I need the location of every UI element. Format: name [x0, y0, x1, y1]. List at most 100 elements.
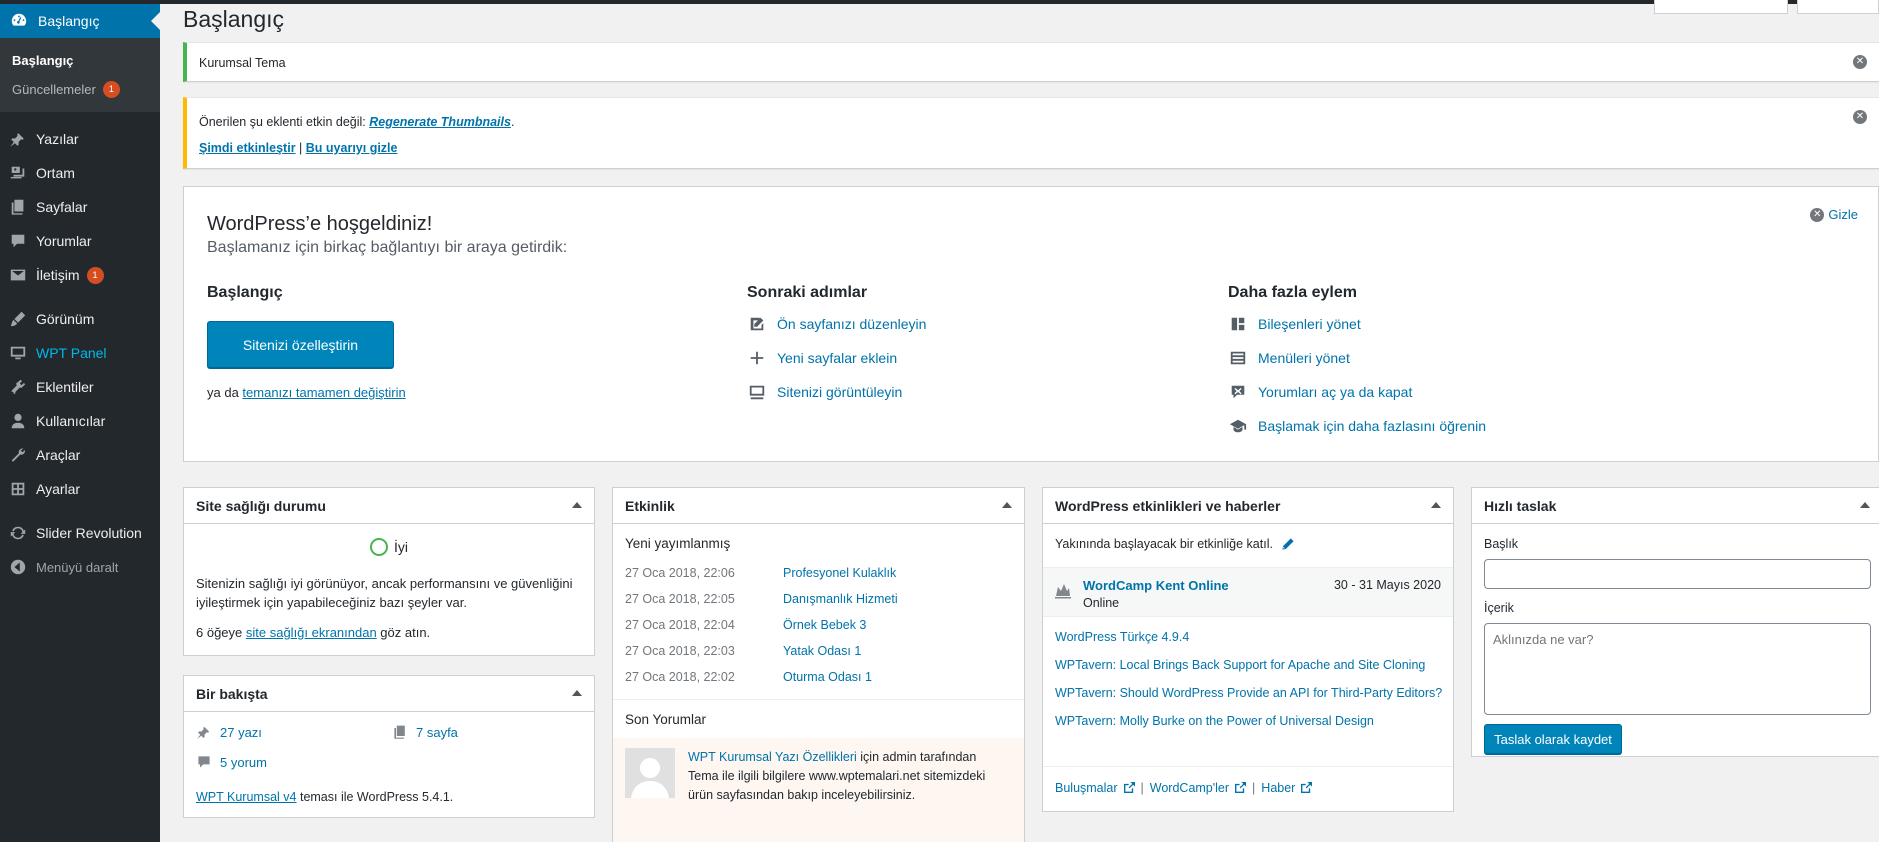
welcome-title: WordPress’e hoşgeldiniz! — [207, 213, 433, 235]
sidebar-item-label: Sayfalar — [36, 199, 88, 215]
manage-menus-link[interactable]: Menüleri yönet — [1228, 341, 1486, 375]
settings-icon — [8, 479, 28, 499]
edit-page-icon — [747, 314, 767, 334]
col-heading-more: Daha fazla eylem — [1228, 284, 1357, 301]
news-footer-link[interactable]: Haber — [1261, 781, 1313, 795]
view-site-icon — [747, 382, 767, 402]
collapse-icon — [8, 557, 28, 577]
quick-draft-widget: Hızlı taslak Başlık İçerik Taslak olarak… — [1471, 487, 1879, 757]
posts-count-link[interactable]: 27 yazı — [196, 724, 262, 740]
avatar — [625, 748, 675, 798]
sidebar-item-tools[interactable]: Araçlar — [0, 438, 160, 472]
sidebar-item-posts[interactable]: Yazılar — [0, 122, 160, 156]
sidebar-item-appearance[interactable]: Görünüm — [0, 302, 160, 336]
comment-text: WPT Kurumsal Yazı Özellikleri için admin… — [688, 748, 1013, 805]
news-link[interactable]: WPTavern: Should WordPress Provide an AP… — [1055, 684, 1445, 703]
dismiss-icon[interactable]: ✕ — [1853, 110, 1867, 124]
help-tab[interactable] — [1797, 0, 1879, 14]
customize-site-button[interactable]: Sitenizi özelleştirin — [207, 321, 394, 368]
edit-front-page-link[interactable]: Ön sayfanızı düzenleyin — [747, 307, 926, 341]
manage-widgets-link[interactable]: Bileşenleri yönet — [1228, 307, 1486, 341]
collapse-arrow-icon[interactable] — [572, 502, 582, 508]
save-draft-button[interactable]: Taslak olarak kaydet — [1484, 724, 1622, 754]
collapse-menu-button[interactable]: Menüyü daralt — [0, 550, 160, 584]
dismiss-icon[interactable]: ✕ — [1853, 55, 1867, 69]
comment-post-link[interactable]: WPT Kurumsal Yazı Özellikleri — [688, 750, 857, 764]
collapse-arrow-icon[interactable] — [572, 690, 582, 696]
news-link[interactable]: WPTavern: Local Brings Back Support for … — [1055, 656, 1445, 675]
collapse-arrow-icon[interactable] — [1860, 502, 1870, 508]
link-label: Yorumları aç ya da kapat — [1258, 384, 1413, 400]
widget-title: Hızlı taslak — [1484, 497, 1557, 514]
sidebar-item-pages[interactable]: Sayfalar — [0, 190, 160, 224]
col-heading-start: Başlangıç — [207, 284, 283, 301]
change-theme-link[interactable]: temanızı tamamen değiştirin — [242, 385, 405, 400]
hide-welcome-link[interactable]: ✕ Gizle — [1810, 207, 1858, 222]
site-health-widget: Site sağlığı durumu İyi Sitenizin sağlığ… — [183, 487, 595, 656]
add-pages-link[interactable]: Yeni sayfalar eklein — [747, 341, 926, 375]
collapse-arrow-icon[interactable] — [1431, 502, 1441, 508]
post-link[interactable]: Yatak Odası 1 — [783, 644, 861, 670]
widget-header[interactable]: Site sağlığı durumu — [184, 488, 594, 524]
sidebar-item-contact[interactable]: İletişim 1 — [0, 258, 160, 292]
view-site-link[interactable]: Sitenizi görüntüleyin — [747, 375, 926, 409]
sidebar-item-wpt-panel[interactable]: WPT Panel — [0, 336, 160, 370]
comment-item: WPT Kurumsal Yazı Özellikleri için admin… — [613, 738, 1024, 842]
draft-title-input[interactable] — [1484, 559, 1871, 589]
sidebar-item-plugins[interactable]: Eklentiler — [0, 370, 160, 404]
close-circle-icon: ✕ — [1810, 207, 1825, 222]
news-link[interactable]: WPTavern: Molly Burke on the Power of Un… — [1055, 712, 1445, 731]
pages-icon — [394, 725, 405, 739]
toggle-comments-link[interactable]: Yorumları aç ya da kapat — [1228, 375, 1486, 409]
post-link[interactable]: Profesyonel Kulaklık — [783, 566, 896, 592]
events-intro: Yakınında başlayacak bir etkinliğe katıl… — [1055, 537, 1295, 551]
draft-content-textarea[interactable] — [1484, 623, 1871, 715]
widget-header[interactable]: Bir bakışta — [184, 676, 594, 712]
collapse-arrow-icon[interactable] — [1002, 502, 1012, 508]
theme-link[interactable]: WPT Kurumsal v4 — [196, 790, 297, 804]
widget-title: WordPress etkinlikleri ve haberler — [1055, 497, 1281, 514]
meetups-link[interactable]: Buluşmalar — [1055, 781, 1135, 795]
post-date: 27 Oca 2018, 22:06 — [625, 566, 735, 580]
sidebar-item-comments[interactable]: Yorumlar — [0, 224, 160, 258]
learn-more-link[interactable]: Başlamak için daha fazlasını öğrenin — [1228, 409, 1486, 443]
news-link[interactable]: WordPress Türkçe 4.9.4 — [1055, 628, 1445, 647]
submenu-home[interactable]: Başlangıç — [0, 46, 160, 75]
link-label: Menüleri yönet — [1258, 350, 1350, 366]
event-link[interactable]: WordCamp Kent Online — [1083, 578, 1229, 593]
sidebar-item-label: Yorumlar — [36, 233, 92, 249]
sidebar-item-media[interactable]: Ortam — [0, 156, 160, 190]
sidebar-item-slider-revolution[interactable]: Slider Revolution — [0, 516, 160, 550]
sidebar-item-label: Araçlar — [36, 447, 81, 463]
wordcamps-link[interactable]: WordCamp'ler — [1150, 781, 1247, 795]
sidebar-item-users[interactable]: Kullanıcılar — [0, 404, 160, 438]
sidebar-item-label: Görünüm — [36, 311, 95, 327]
post-link[interactable]: Oturma Odası 1 — [783, 670, 872, 696]
comments-count-link[interactable]: 5 yorum — [196, 754, 267, 770]
submenu-updates[interactable]: Güncellemeler 1 — [0, 75, 160, 104]
notice-suffix: . — [510, 115, 515, 129]
sidebar-item-settings[interactable]: Ayarlar — [0, 472, 160, 506]
pages-count-link[interactable]: 7 sayfa — [392, 724, 458, 740]
dismiss-notice-link[interactable]: Bu uyarıyı gizle — [306, 141, 398, 155]
post-link[interactable]: Örnek Bebek 3 — [783, 618, 866, 644]
pencil-icon[interactable] — [1281, 537, 1295, 551]
widget-header[interactable]: WordPress etkinlikleri ve haberler — [1043, 488, 1453, 524]
widget-header[interactable]: Etkinlik — [613, 488, 1024, 524]
or-text: ya da — [207, 385, 243, 400]
draft-content-label: İçerik — [1484, 601, 1514, 615]
post-link[interactable]: Danışmanlık Hizmeti — [783, 592, 898, 618]
draft-title-label: Başlık — [1484, 537, 1519, 551]
widget-header[interactable]: Hızlı taslak — [1472, 488, 1879, 524]
activate-plugin-link[interactable]: Şimdi etkinleştir — [199, 141, 296, 155]
comments-count: 5 yorum — [220, 754, 267, 770]
sidebar-item-dashboard[interactable]: Başlangıç — [0, 4, 160, 38]
list-item: 27 Oca 2018, 22:06 Profesyonel Kulaklık — [625, 566, 1015, 592]
screen-options-tab[interactable] — [1654, 0, 1788, 14]
sidebar-item-label: Slider Revolution — [36, 525, 142, 541]
site-health-screen-link[interactable]: site sağlığı ekranından — [246, 625, 377, 640]
plugin-link[interactable]: Regenerate Thumbnails — [369, 115, 511, 129]
more-actions-list: Bileşenleri yönet Menüleri yönet Yorumla… — [1228, 307, 1486, 443]
widgets-icon — [1228, 314, 1248, 334]
link-label: Başlamak için daha fazlasını öğrenin — [1258, 418, 1487, 434]
